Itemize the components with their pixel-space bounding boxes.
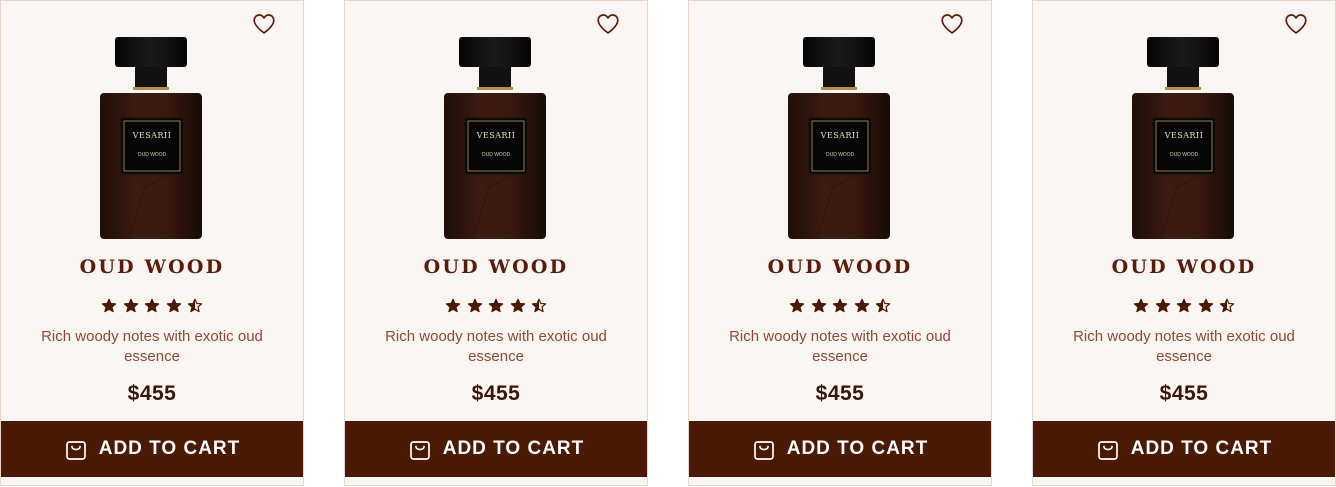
wishlist-button[interactable] (596, 12, 620, 36)
star-full-icon (166, 298, 181, 313)
star-full-icon (789, 298, 805, 313)
product-image[interactable]: VESARII OUD WOOD (443, 37, 549, 241)
bottle-label-outer (464, 117, 528, 175)
product-card[interactable]: VESARII OUD WOOD OUD WOOD Rich woody not… (0, 0, 304, 486)
star-half-icon (1219, 298, 1235, 313)
add-to-cart-label: ADD TO CART (786, 438, 929, 459)
add-to-cart-button[interactable]: ADD TO CART (1, 421, 303, 477)
add-to-cart-button[interactable]: ADD TO CART (1033, 421, 1335, 477)
bottle-cap (115, 37, 187, 67)
rating-stars (345, 298, 647, 314)
bottle-cap (1147, 37, 1219, 67)
star-full-icon (144, 298, 160, 313)
add-to-cart-button[interactable]: ADD TO CART (345, 421, 647, 477)
add-to-cart-label: ADD TO CART (442, 438, 585, 459)
add-to-cart-label: ADD TO CART (1130, 438, 1273, 459)
star-full-icon (510, 298, 525, 313)
product-title[interactable]: OUD WOOD (1033, 256, 1335, 278)
bottle-neck (1167, 67, 1199, 89)
product-grid: VESARII OUD WOOD OUD WOOD Rich woody not… (0, 0, 1336, 487)
add-to-cart-button[interactable]: ADD TO CART (689, 421, 991, 477)
bottle-brand-text: VESARII (820, 131, 860, 140)
wishlist-button[interactable] (1284, 12, 1308, 36)
bottle-collar (821, 87, 857, 90)
star-full-icon (445, 298, 461, 313)
product-card[interactable]: VESARII OUD WOOD OUD WOOD Rich woody not… (688, 0, 992, 486)
product-description: Rich woody notes with exotic oud essence (41, 328, 263, 365)
star-full-icon (832, 298, 848, 313)
shopping-bag-icon (65, 441, 86, 460)
bottle-brand-text: VESARII (132, 131, 172, 140)
star-half-icon (531, 298, 547, 313)
product-price: $455 (815, 382, 865, 405)
product-title[interactable]: OUD WOOD (1, 256, 303, 278)
product-price: $455 (1159, 382, 1209, 405)
product-card[interactable]: VESARII OUD WOOD OUD WOOD Rich woody not… (1032, 0, 1336, 486)
product-title[interactable]: OUD WOOD (345, 256, 647, 278)
product-description: Rich woody notes with exotic oud essence (385, 328, 607, 365)
product-image[interactable]: VESARII OUD WOOD (787, 37, 893, 241)
star-full-icon (854, 298, 869, 313)
wishlist-button[interactable] (252, 12, 276, 36)
bottle-neck (823, 67, 855, 89)
product-price: $455 (471, 382, 521, 405)
star-full-icon (1133, 298, 1149, 313)
product-image[interactable]: VESARII OUD WOOD (1131, 37, 1237, 241)
product-description: Rich woody notes with exotic oud essence (1073, 328, 1295, 365)
star-half-icon (875, 298, 891, 313)
bottle-cap (459, 37, 531, 67)
product-card[interactable]: VESARII OUD WOOD OUD WOOD Rich woody not… (344, 0, 648, 486)
heart-icon (597, 14, 619, 34)
bottle-neck (479, 67, 511, 89)
bottle-collar (1165, 87, 1201, 90)
star-full-icon (1198, 298, 1213, 313)
star-full-icon (811, 298, 826, 313)
heart-icon (1285, 14, 1307, 34)
star-full-icon (488, 298, 504, 313)
product-image[interactable]: VESARII OUD WOOD (99, 37, 205, 241)
rating-stars (1, 298, 303, 314)
bottle-label-name: OUD WOOD (138, 152, 167, 158)
bottle-brand-text: VESARII (476, 131, 516, 140)
add-to-cart-label: ADD TO CART (98, 438, 241, 459)
star-full-icon (1155, 298, 1170, 313)
product-description: Rich woody notes with exotic oud essence (729, 328, 951, 365)
bottle-neck (135, 67, 167, 89)
bottle-brand-text: VESARII (1164, 131, 1204, 140)
bottle-label-name: OUD WOOD (826, 152, 855, 158)
star-full-icon (101, 298, 117, 313)
heart-icon (253, 14, 275, 34)
star-full-icon (467, 298, 482, 313)
star-full-icon (123, 298, 138, 313)
shopping-bag-icon (1097, 441, 1118, 460)
rating-stars (1033, 298, 1335, 314)
bottle-label-outer (120, 117, 184, 175)
bottle-label-outer (1152, 117, 1216, 175)
star-half-icon (187, 298, 203, 313)
product-price: $455 (127, 382, 177, 405)
bottle-collar (133, 87, 169, 90)
heart-icon (941, 14, 963, 34)
wishlist-button[interactable] (940, 12, 964, 36)
shopping-bag-icon (409, 441, 430, 460)
product-title[interactable]: OUD WOOD (689, 256, 991, 278)
bottle-label-outer (808, 117, 872, 175)
star-full-icon (1176, 298, 1192, 313)
bottle-cap (803, 37, 875, 67)
shopping-bag-icon (753, 441, 774, 460)
rating-stars (689, 298, 991, 314)
bottle-collar (477, 87, 513, 90)
bottle-label-name: OUD WOOD (1170, 152, 1199, 158)
bottle-label-name: OUD WOOD (482, 152, 511, 158)
